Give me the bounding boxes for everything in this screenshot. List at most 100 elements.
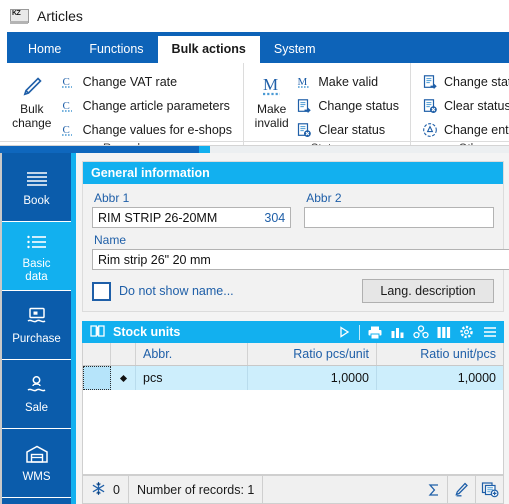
do-not-show-name-checkbox[interactable] <box>92 281 111 301</box>
bar-chart-icon[interactable] <box>388 323 408 341</box>
title-bar: KZ Articles <box>0 0 509 32</box>
main-body: Book Basic data Purchase Sale WMS Genera… <box>0 153 509 504</box>
records-count-label: Number of records: 1 <box>136 482 255 497</box>
purchase-icon <box>24 304 50 330</box>
other-clear-status-button[interactable]: Clear status <box>419 95 509 117</box>
svg-text:C: C <box>63 76 70 88</box>
sidebar-item-wms[interactable]: WMS <box>2 429 71 498</box>
sidebar-item-sale-label: Sale <box>24 402 49 414</box>
grid-header-abbr[interactable]: Abbr. <box>136 343 248 365</box>
sidebar-item-sale[interactable]: Sale <box>2 360 71 429</box>
play-icon[interactable] <box>334 323 354 341</box>
row-selector-cell[interactable] <box>83 366 111 390</box>
application-icon: KZ <box>10 8 29 24</box>
c-letter-icon: C <box>60 74 77 91</box>
name-input[interactable]: Rim strip 26" 20 mm <box>92 249 509 270</box>
refresh-circle-icon <box>421 122 438 139</box>
bulk-change-label-1: Bulk <box>20 102 44 116</box>
print-icon[interactable] <box>365 323 385 341</box>
abbr-row: Abbr 1 RIM STRIP 26-20MM 304 Abbr 2 <box>92 190 494 228</box>
grid-header-ratio-unit-pcs[interactable]: Ratio unit/pcs <box>377 343 503 365</box>
change-entry-button[interactable]: Change entry <box>419 119 509 141</box>
tab-functions[interactable]: Functions <box>75 36 157 63</box>
menu-icon[interactable] <box>480 323 500 341</box>
change-vat-rate-button[interactable]: C Change VAT rate <box>58 71 237 93</box>
other-actions-list: Change status Clear status <box>419 68 509 141</box>
stock-units-panel: Stock units Abbr. Ratio pcs/unit Ratio u… <box>82 321 504 504</box>
general-information-title: General information <box>91 166 210 180</box>
stock-units-header: Stock units <box>82 321 504 343</box>
sum-icon[interactable] <box>420 476 448 503</box>
make-invalid-label-2: invalid <box>254 116 289 130</box>
stock-units-toolbar <box>334 323 500 341</box>
sidebar-item-basic-data[interactable]: Basic data <box>2 222 71 291</box>
sidebar-item-basic-data-label-1: Basic <box>22 257 51 270</box>
warehouse-icon <box>24 442 50 468</box>
make-invalid-button[interactable]: M Make invalid <box>250 68 293 130</box>
c-letter-icon: C <box>60 122 77 139</box>
sidebar-item-box[interactable] <box>2 498 71 504</box>
grid-header-ratio-pcs-unit[interactable]: Ratio pcs/unit <box>248 343 377 365</box>
other-change-status-button[interactable]: Change status <box>419 71 509 93</box>
row-ratio-pcs-unit-cell: 1,0000 <box>248 366 377 390</box>
toolbar-separator <box>359 324 360 340</box>
abbr1-label: Abbr 1 <box>94 191 130 205</box>
name-value: Rim strip 26" 20 mm <box>98 252 211 267</box>
edit-pencil-icon[interactable] <box>448 476 476 503</box>
snowflake-cell[interactable]: 0 <box>83 476 129 503</box>
clear-status-label: Clear status <box>318 123 386 137</box>
change-article-parameters-button[interactable]: C Change article parameters <box>58 95 237 117</box>
tab-home[interactable]: Home <box>14 36 75 63</box>
stock-units-grid: Abbr. Ratio pcs/unit Ratio unit/pcs pcs … <box>82 343 504 475</box>
abbr1-field-group: Abbr 1 RIM STRIP 26-20MM 304 <box>92 190 292 228</box>
book-lines-icon <box>24 166 50 192</box>
change-status-button[interactable]: Change status <box>293 95 404 117</box>
abbr2-input[interactable] <box>304 207 494 228</box>
bulk-change-label-2: change <box>12 116 52 130</box>
diamond-icon <box>119 374 127 382</box>
add-record-icon[interactable] <box>476 476 503 503</box>
do-not-show-name-row: Do not show name... Lang. description <box>92 279 494 303</box>
do-not-show-name-label: Do not show name... <box>119 284 234 298</box>
gear-icon[interactable] <box>457 323 477 341</box>
ribbon-group-other: Change status Clear status <box>410 63 509 145</box>
document-arrow-icon <box>295 98 312 115</box>
bulk-change-button[interactable]: Bulk change <box>6 68 58 130</box>
general-information-panel: General information Abbr 1 RIM STRIP 26-… <box>82 161 509 312</box>
change-vat-rate-label: Change VAT rate <box>82 75 178 89</box>
lang-description-button[interactable]: Lang. description <box>362 279 494 303</box>
make-valid-label: Make valid <box>318 75 379 89</box>
abbr1-input[interactable]: RIM STRIP 26-20MM 304 <box>92 207 292 228</box>
change-values-for-eshops-button[interactable]: C Change values for e-shops <box>58 119 237 141</box>
make-valid-button[interactable]: M Make valid <box>293 71 404 93</box>
stock-units-title: Stock units <box>113 325 181 339</box>
name-field-group: Name Rim strip 26" 20 mm <box>92 232 509 270</box>
tab-bulk-actions[interactable]: Bulk actions <box>157 36 260 63</box>
application-icon-text: KZ <box>12 9 21 17</box>
tab-system[interactable]: System <box>260 36 330 63</box>
svg-text:C: C <box>63 100 70 112</box>
abbr2-field-group: Abbr 2 <box>304 190 494 228</box>
row-ratio-unit-pcs-cell: 1,0000 <box>457 371 496 385</box>
change-status-label: Change status <box>318 99 399 113</box>
record-actions-list: C Change VAT rate C Change article param… <box>58 68 237 141</box>
application-window: KZ Articles Home Functions Bulk actions … <box>0 0 509 504</box>
change-article-parameters-label: Change article parameters <box>82 99 230 113</box>
document-arrow-icon <box>421 74 438 91</box>
table-row[interactable]: pcs 1,0000 1,0000 <box>83 366 503 390</box>
group-icon[interactable] <box>411 323 431 341</box>
columns-icon[interactable] <box>434 323 454 341</box>
grid-header-indicator <box>111 343 136 365</box>
book-icon <box>90 324 105 341</box>
snowflake-count: 0 <box>113 482 120 497</box>
sidebar-item-book[interactable]: Book <box>2 153 71 222</box>
other-clear-status-label: Clear status <box>444 99 509 113</box>
sidebar: Book Basic data Purchase Sale WMS <box>0 153 76 504</box>
name-label: Name <box>94 233 127 247</box>
sidebar-item-purchase[interactable]: Purchase <box>2 291 71 360</box>
make-invalid-label-1: Make <box>257 102 287 116</box>
sidebar-item-book-label: Book <box>23 195 50 207</box>
clear-status-button[interactable]: Clear status <box>293 119 404 141</box>
grid-header-select <box>83 343 111 365</box>
snowflake-icon <box>91 481 106 499</box>
